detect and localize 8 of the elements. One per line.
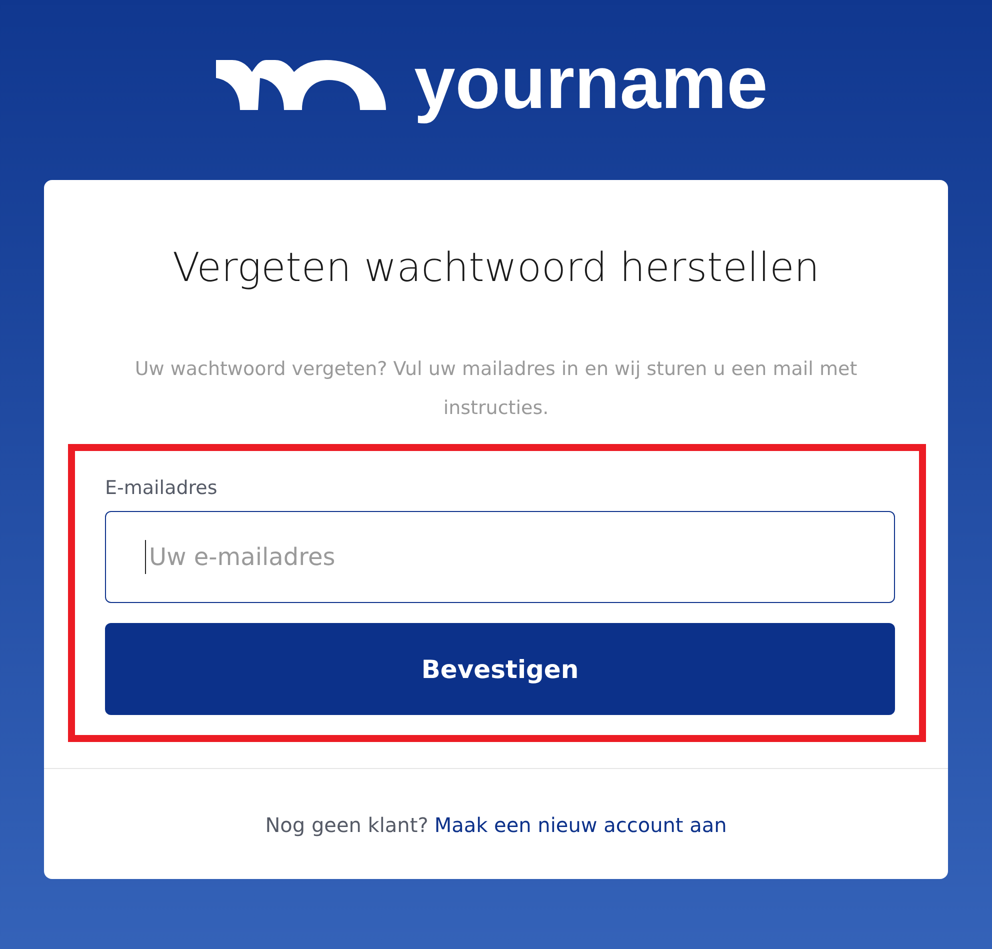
logo-mark-icon	[216, 60, 386, 110]
create-account-link[interactable]: Maak een nieuw account aan	[434, 813, 727, 837]
description-text: Uw wachtwoord vergeten? Vul uw mailadres in en wij sturen u een mail met instructies.	[134, 357, 858, 421]
footer-text: Nog geen klant?	[265, 813, 428, 837]
email-label: E-mailadres	[105, 476, 218, 501]
page-title: Vergeten wachtwoord herstellen	[172, 244, 820, 293]
submit-button[interactable]: Bevestigen	[105, 623, 895, 715]
email-input-field[interactable]: Uw e-mailadres	[105, 511, 895, 603]
